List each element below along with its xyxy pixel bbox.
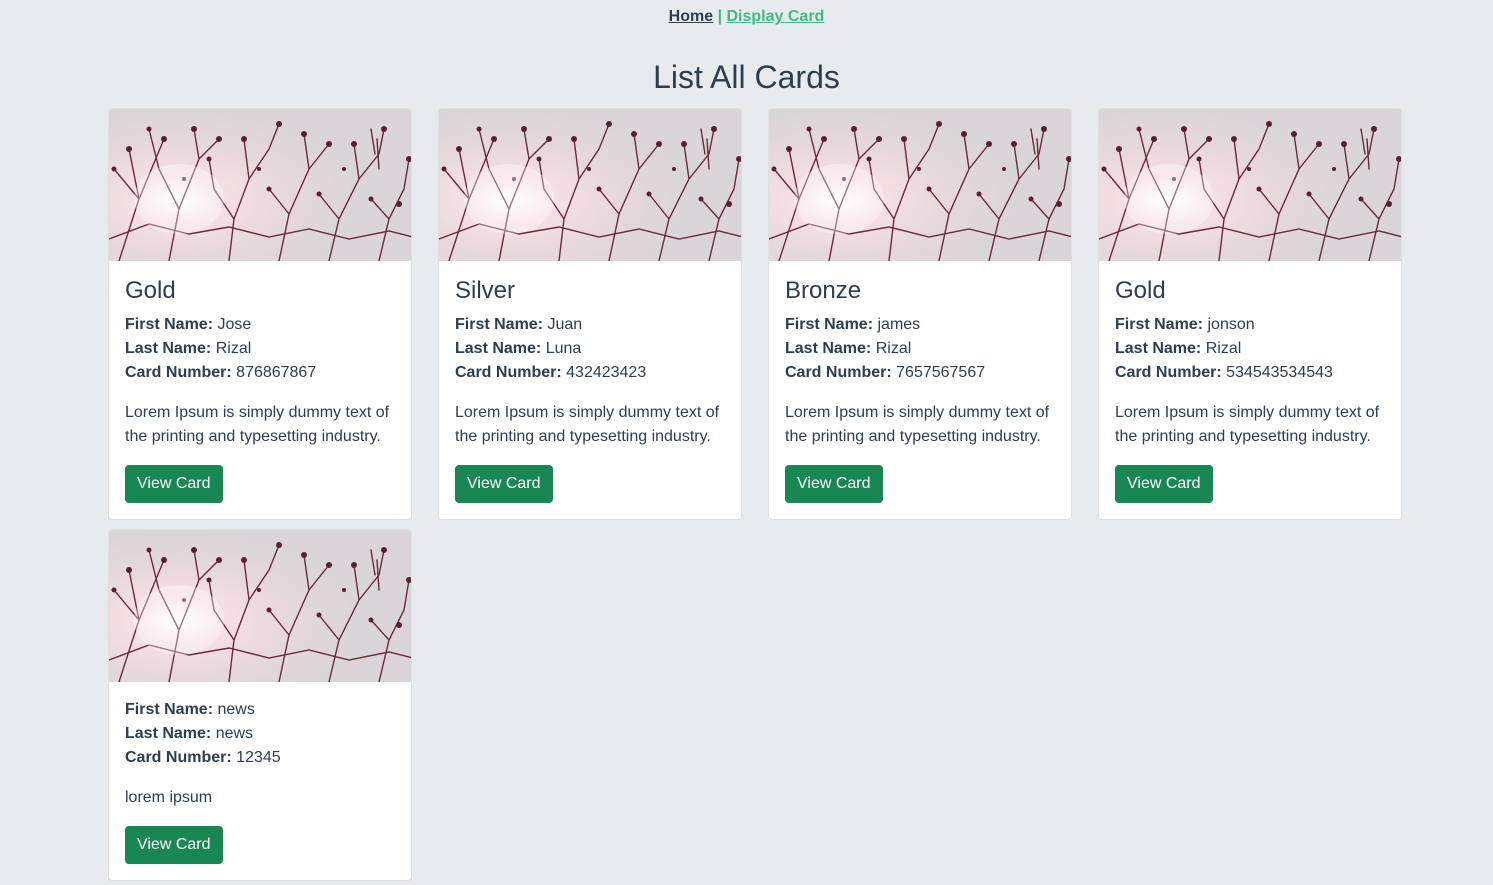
last-name-row: Last Name: Luna (455, 337, 725, 361)
first-name-label: First Name: (785, 316, 874, 333)
card-number-value: 432423423 (566, 364, 647, 381)
card-description: Lorem Ipsum is simply dummy text of the … (125, 404, 390, 445)
card: Bronze First Name: james Last Name: Riza… (768, 108, 1072, 520)
first-name-value: news (217, 701, 255, 718)
last-name-label: Last Name: (125, 725, 212, 742)
card-title: Gold (1115, 277, 1166, 304)
last-name-row: Last Name: Rizal (125, 337, 395, 361)
last-name-row: Last Name: Rizal (1115, 337, 1385, 361)
last-name-value: Rizal (1205, 340, 1242, 357)
card-number-row: Card Number: 7657567567 (785, 361, 1055, 385)
nav-separator: | (713, 8, 727, 25)
card: First Name: news Last Name: news Card Nu… (108, 529, 412, 881)
card-description: Lorem Ipsum is simply dummy text of the … (455, 404, 720, 445)
nav-display-card-link[interactable]: Display Card (727, 8, 825, 25)
card-number-row: Card Number: 534543534543 (1115, 361, 1385, 385)
card-number-value: 7657567567 (896, 364, 986, 381)
card-body: Silver First Name: Juan Last Name: Luna … (439, 261, 741, 519)
page-title: List All Cards (653, 59, 840, 95)
card-image (109, 530, 411, 682)
first-name-row: First Name: Jose (125, 313, 395, 337)
last-name-value: Rizal (875, 340, 912, 357)
card-number-label: Card Number: (125, 364, 232, 381)
card-number-label: Card Number: (785, 364, 892, 381)
first-name-label: First Name: (1115, 316, 1204, 333)
card-number-row: Card Number: 876867867 (125, 361, 395, 385)
card-body: Bronze First Name: james Last Name: Riza… (769, 261, 1071, 519)
card-title: Bronze (785, 277, 862, 304)
last-name-row: Last Name: news (125, 722, 395, 746)
view-card-button[interactable]: View Card (1115, 465, 1213, 503)
first-name-row: First Name: jonson (1115, 313, 1385, 337)
last-name-value: news (215, 725, 254, 742)
view-card-button[interactable]: View Card (455, 465, 553, 503)
last-name-label: Last Name: (785, 340, 872, 357)
card-number-row: Card Number: 12345 (125, 746, 395, 770)
first-name-value: Jose (217, 316, 252, 333)
first-name-value: jonson (1207, 316, 1255, 333)
card-body: First Name: news Last Name: news Card Nu… (109, 682, 411, 880)
card-image (109, 109, 411, 261)
first-name-label: First Name: (125, 701, 214, 718)
nav-home-link[interactable]: Home (669, 8, 713, 25)
first-name-label: First Name: (125, 316, 214, 333)
card: Gold First Name: Jose Last Name: Rizal C… (108, 108, 412, 520)
last-name-value: Luna (545, 340, 582, 357)
first-name-row: First Name: news (125, 698, 395, 722)
card-body: Gold First Name: Jose Last Name: Rizal C… (109, 261, 411, 519)
top-nav: Home | Display Card (0, 8, 1493, 26)
view-card-button[interactable]: View Card (125, 465, 223, 503)
card-number-label: Card Number: (455, 364, 562, 381)
first-name-row: First Name: Juan (455, 313, 725, 337)
card-description: Lorem Ipsum is simply dummy text of the … (785, 404, 1050, 445)
view-card-button[interactable]: View Card (785, 465, 883, 503)
card-image (439, 109, 741, 261)
last-name-label: Last Name: (455, 340, 542, 357)
last-name-value: Rizal (215, 340, 252, 357)
card-number-value: 876867867 (236, 364, 317, 381)
card-image (1099, 109, 1401, 261)
card: Gold First Name: jonson Last Name: Rizal… (1098, 108, 1402, 520)
card-description: lorem ipsum (125, 789, 213, 806)
first-name-row: First Name: james (785, 313, 1055, 337)
card-image (769, 109, 1071, 261)
last-name-row: Last Name: Rizal (785, 337, 1055, 361)
card-title: Silver (455, 277, 516, 304)
card: Silver First Name: Juan Last Name: Luna … (438, 108, 742, 520)
card-number-label: Card Number: (125, 749, 232, 766)
last-name-label: Last Name: (125, 340, 212, 357)
card-description: Lorem Ipsum is simply dummy text of the … (1115, 404, 1380, 445)
card-body: Gold First Name: jonson Last Name: Rizal… (1099, 261, 1401, 519)
last-name-label: Last Name: (1115, 340, 1202, 357)
card-number-value: 534543534543 (1226, 364, 1333, 381)
card-number-row: Card Number: 432423423 (455, 361, 725, 385)
card-number-value: 12345 (236, 749, 281, 766)
card-title: Gold (125, 277, 176, 304)
first-name-label: First Name: (455, 316, 544, 333)
card-number-label: Card Number: (1115, 364, 1222, 381)
view-card-button[interactable]: View Card (125, 826, 223, 864)
first-name-value: james (877, 316, 921, 333)
first-name-value: Juan (547, 316, 583, 333)
